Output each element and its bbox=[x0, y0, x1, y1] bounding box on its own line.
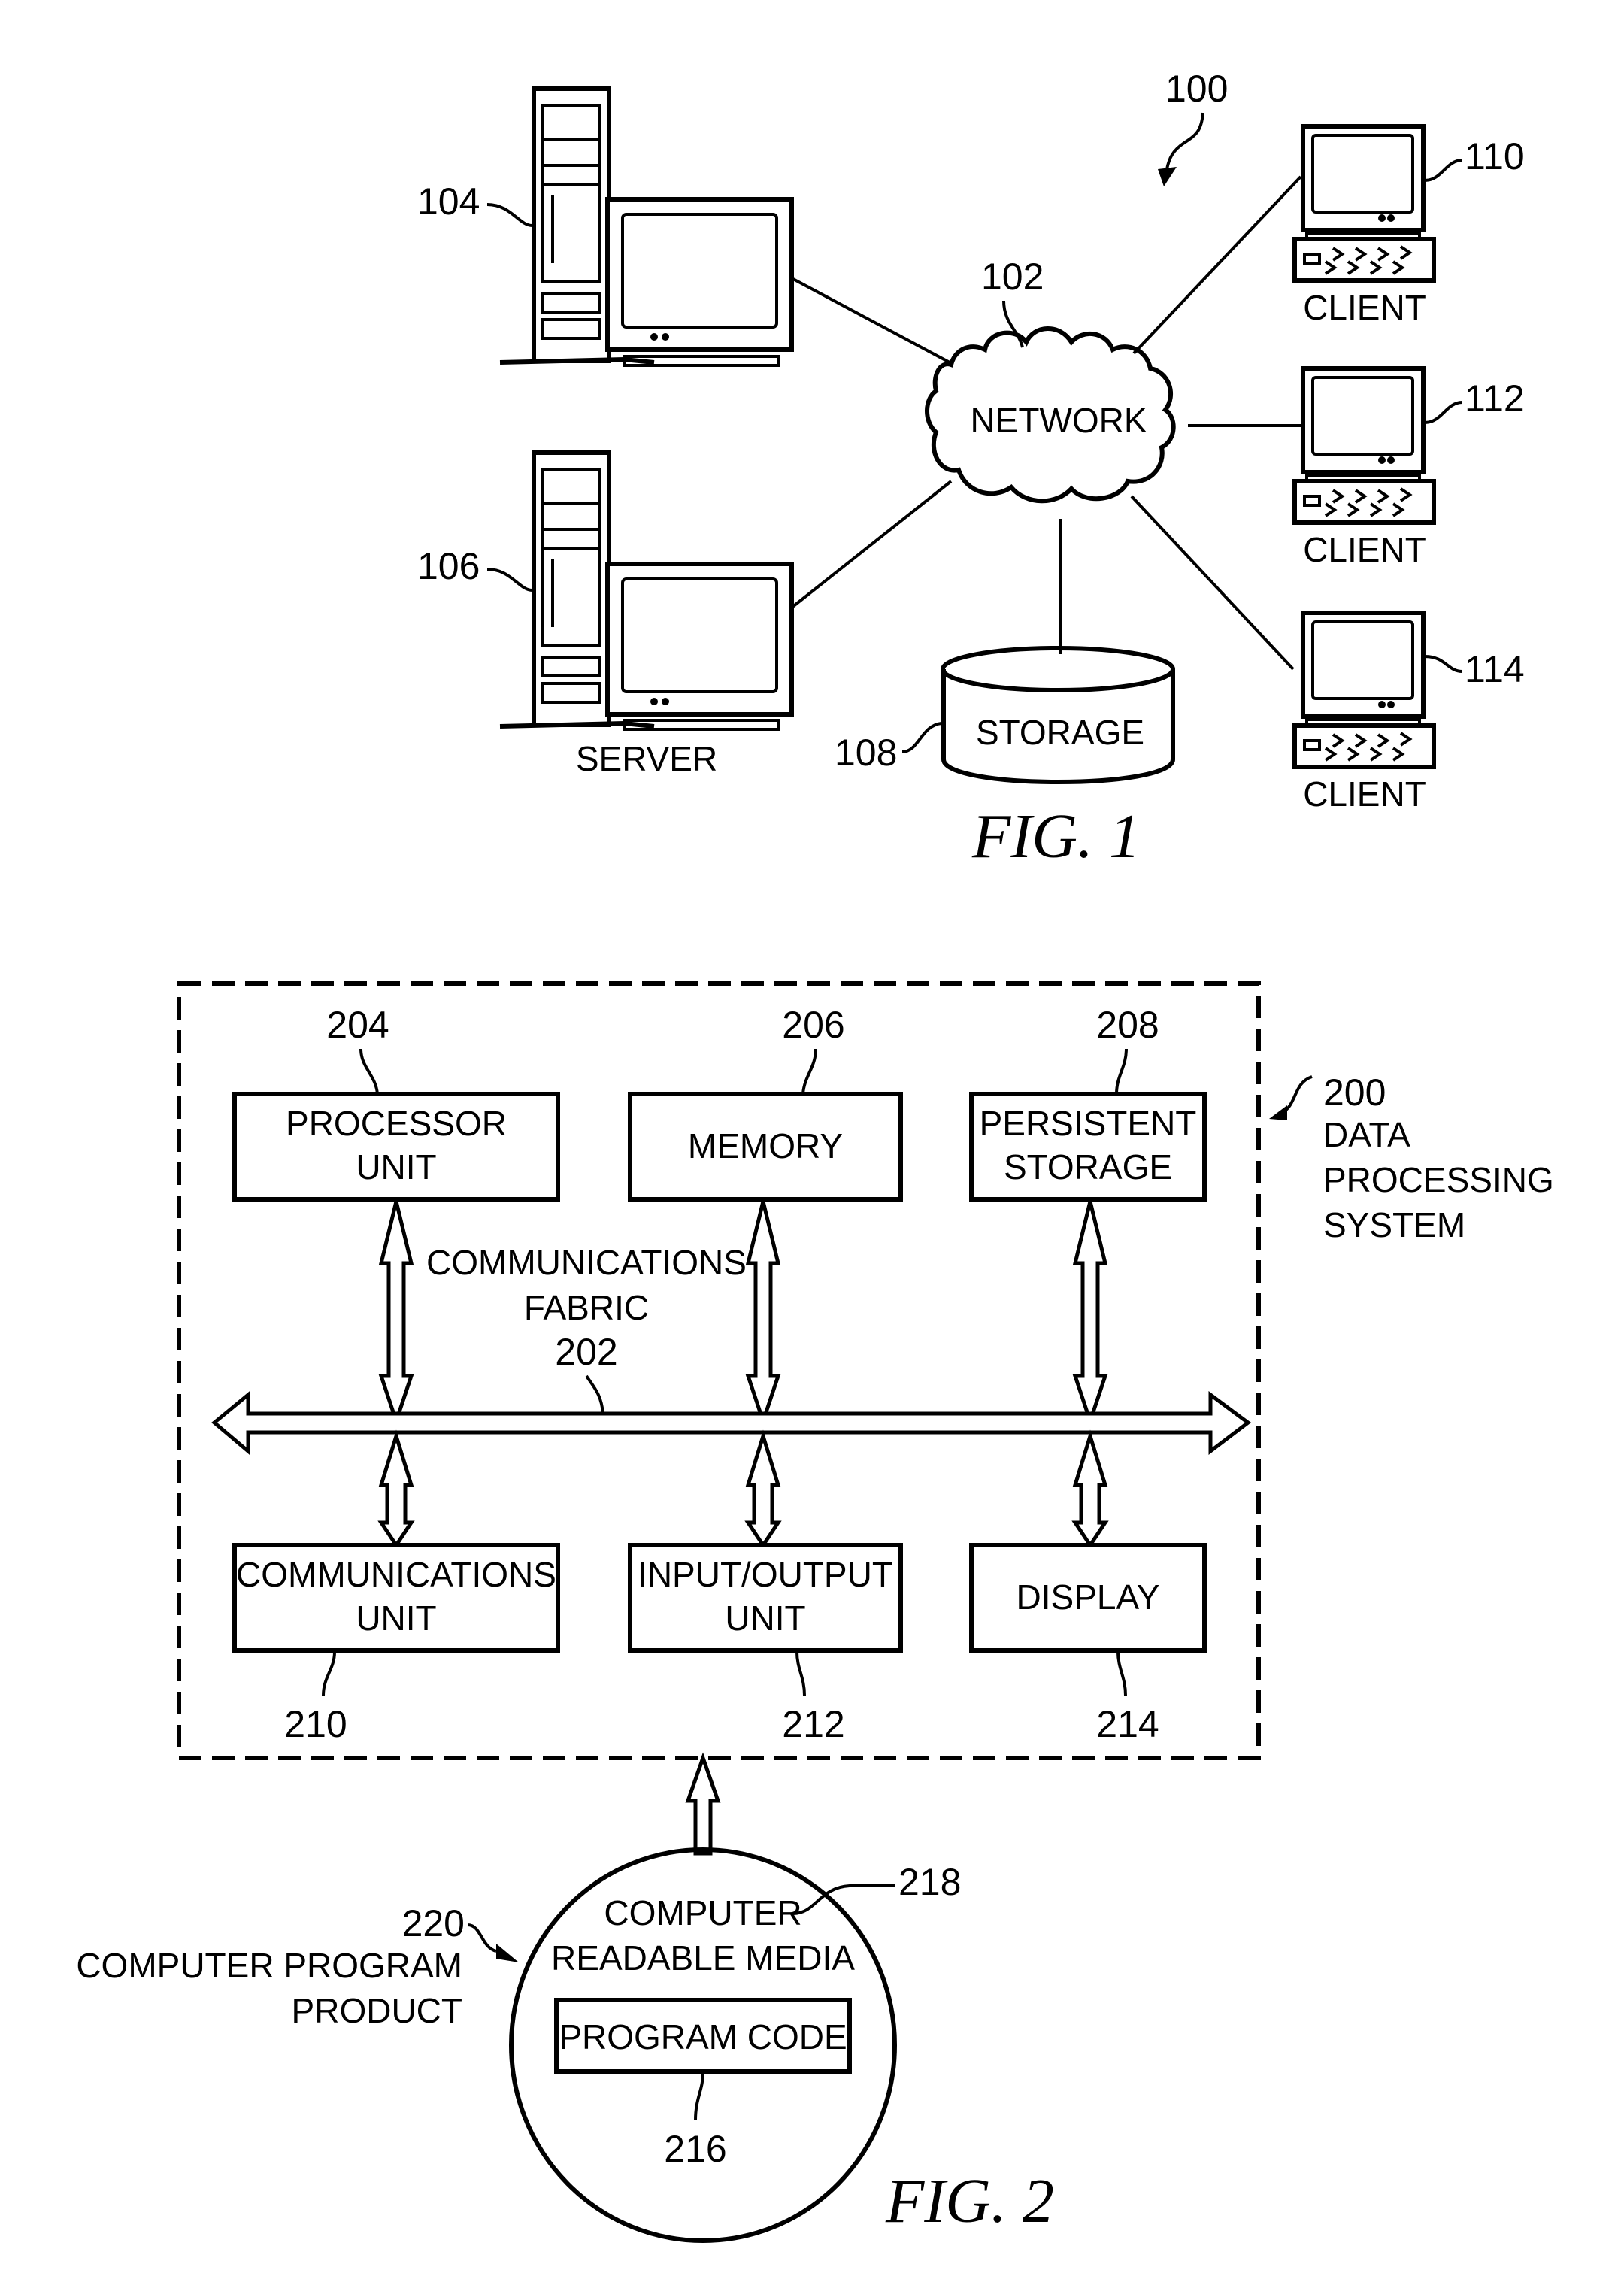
memory-206: MEMORY 206 bbox=[628, 1004, 903, 1202]
ref-112: 112 bbox=[1465, 377, 1525, 420]
ref-218: 218 bbox=[898, 1861, 961, 1903]
client-computer-icon bbox=[1292, 611, 1436, 769]
computer-program-product-220: 220 COMPUTER PROGRAM PRODUCT bbox=[76, 1902, 519, 2030]
ref-202-leader bbox=[585, 1374, 604, 1414]
ref-208: 208 bbox=[1096, 1004, 1159, 1046]
bidirectional-arrow-icon bbox=[744, 1429, 782, 1549]
media-label-line-2: READABLE MEDIA bbox=[551, 1938, 855, 1977]
ref-104-leader bbox=[486, 203, 533, 227]
link-server-106 bbox=[790, 480, 953, 609]
unit-label-line-1: MEMORY bbox=[688, 1126, 843, 1165]
unit-label-line-1: DISPLAY bbox=[1017, 1577, 1160, 1617]
ref-206: 206 bbox=[782, 1004, 844, 1046]
communications-unit-210: COMMUNICATIONS UNIT 210 bbox=[232, 1543, 560, 1745]
load-arrow-icon bbox=[685, 1752, 721, 1856]
client-114: 114 CLIENT bbox=[1292, 611, 1525, 814]
ref-202: 202 bbox=[555, 1331, 617, 1373]
input-output-unit-212: INPUT/OUTPUT UNIT 212 bbox=[628, 1543, 903, 1745]
patent-drawing-sheet: 100 NETWORK 102 104 106 SERVER STORAGE 1… bbox=[76, 68, 1554, 2243]
ref-200-arrowhead-icon bbox=[1269, 1105, 1287, 1120]
storage-cylinder-top bbox=[941, 646, 1175, 692]
ref-220-arrowhead-icon bbox=[496, 1944, 519, 1962]
monitor-icon bbox=[605, 562, 794, 731]
product-label-line-1: COMPUTER PROGRAM bbox=[76, 1946, 462, 1985]
ref-112-leader bbox=[1424, 401, 1463, 424]
unit-label-line-1: PROCESSOR bbox=[286, 1104, 507, 1143]
ref-210: 210 bbox=[284, 1703, 347, 1745]
ref-114-leader bbox=[1424, 655, 1463, 673]
ref-114: 114 bbox=[1465, 648, 1525, 690]
processor-unit-204: PROCESSOR UNIT 204 bbox=[232, 1004, 560, 1202]
server-104: 104 bbox=[417, 86, 794, 367]
storage-label: STORAGE bbox=[976, 713, 1144, 752]
ref-100: 100 bbox=[1165, 68, 1228, 110]
network-label: NETWORK bbox=[970, 401, 1147, 440]
bidirectional-arrow-icon bbox=[377, 1429, 415, 1549]
ref-100-arrowhead-icon bbox=[1158, 167, 1177, 186]
link-client-114 bbox=[1130, 495, 1295, 671]
ref-108: 108 bbox=[835, 732, 897, 774]
ref-102-leader bbox=[1002, 300, 1024, 348]
program-code-label: PROGRAM CODE bbox=[559, 2017, 847, 2056]
unit-label-line-1: PERSISTENT bbox=[980, 1104, 1197, 1143]
ref-204: 204 bbox=[326, 1004, 389, 1046]
client-label: CLIENT bbox=[1303, 530, 1426, 569]
ref-104: 104 bbox=[417, 180, 480, 223]
fig1-caption: FIG. 1 bbox=[971, 802, 1141, 871]
system-label-line-2: PROCESSING bbox=[1323, 1160, 1554, 1199]
fabric-connectors-top bbox=[378, 1201, 1108, 1427]
ref-106-leader bbox=[486, 568, 533, 592]
fabric-label-line-2: FABRIC bbox=[524, 1288, 649, 1327]
link-server-104 bbox=[791, 277, 952, 365]
client-110: 110 CLIENT bbox=[1292, 124, 1525, 327]
ref-102: 102 bbox=[981, 256, 1044, 298]
fig2-caption: FIG. 2 bbox=[885, 2166, 1054, 2236]
ref-212: 212 bbox=[782, 1703, 844, 1745]
bidirectional-arrow-icon bbox=[1072, 1201, 1108, 1427]
fig1: 100 NETWORK 102 104 106 SERVER STORAGE 1… bbox=[417, 68, 1525, 871]
bidirectional-arrow-icon bbox=[378, 1201, 414, 1427]
ref-108-leader bbox=[901, 722, 942, 753]
fabric-label-line-1: COMMUNICATIONS bbox=[426, 1243, 747, 1282]
network-cloud: NETWORK 102 bbox=[925, 256, 1176, 504]
fabric-connectors-bottom bbox=[377, 1429, 1109, 1549]
media-label-line-1: COMPUTER bbox=[604, 1893, 801, 1932]
monitor-icon bbox=[605, 197, 794, 367]
client-computer-icon bbox=[1292, 366, 1436, 525]
ref-106: 106 bbox=[417, 545, 480, 587]
unit-label-line-1: COMMUNICATIONS bbox=[236, 1555, 556, 1594]
program-code-216: PROGRAM CODE 216 bbox=[554, 1998, 852, 2170]
persistent-storage-208: PERSISTENT STORAGE 208 bbox=[969, 1004, 1207, 1202]
client-computer-icon bbox=[1292, 124, 1436, 283]
link-client-110 bbox=[1132, 175, 1302, 355]
ref-220: 220 bbox=[402, 1902, 465, 1944]
system-label-line-1: DATA bbox=[1323, 1115, 1410, 1154]
bidirectional-arrow-icon bbox=[1071, 1429, 1109, 1549]
fig2: 200 DATA PROCESSING SYSTEM PROCESSOR UNI… bbox=[76, 981, 1554, 2243]
ref-214: 214 bbox=[1096, 1703, 1159, 1745]
unit-label-line-2: UNIT bbox=[356, 1147, 436, 1186]
client-label: CLIENT bbox=[1303, 774, 1426, 814]
product-label-line-2: PRODUCT bbox=[292, 1991, 462, 2030]
unit-label-line-1: INPUT/OUTPUT bbox=[638, 1555, 893, 1594]
ref-220-leader bbox=[467, 1923, 497, 1953]
unit-label-line-2: UNIT bbox=[725, 1599, 805, 1638]
bidirectional-arrow-icon bbox=[745, 1201, 781, 1427]
ref-200: 200 bbox=[1323, 1071, 1386, 1114]
server-label: SERVER bbox=[576, 739, 717, 778]
ref-100-leader bbox=[1165, 112, 1204, 170]
system-label-line-3: SYSTEM bbox=[1323, 1205, 1465, 1244]
ref-216: 216 bbox=[664, 2128, 726, 2170]
client-112: 112 CLIENT bbox=[1292, 366, 1525, 569]
display-214: DISPLAY 214 bbox=[969, 1543, 1207, 1745]
client-label: CLIENT bbox=[1303, 288, 1426, 327]
storage-108: STORAGE 108 bbox=[835, 602, 1175, 784]
unit-label-line-2: STORAGE bbox=[1004, 1147, 1172, 1186]
unit-label-line-2: UNIT bbox=[356, 1599, 436, 1638]
ref-110-leader bbox=[1424, 159, 1463, 182]
ref-110: 110 bbox=[1465, 135, 1525, 177]
server-106: 106 SERVER bbox=[417, 450, 794, 778]
